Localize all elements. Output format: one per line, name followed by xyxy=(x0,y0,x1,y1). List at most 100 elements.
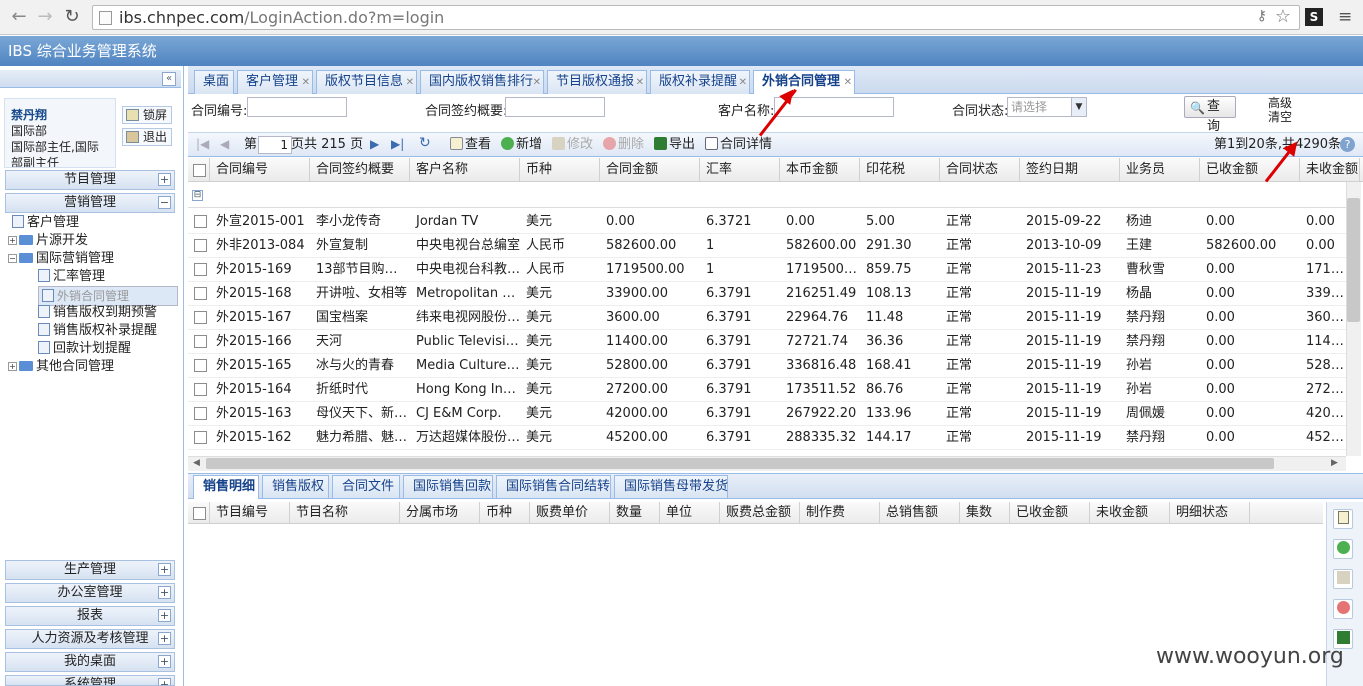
row-checkbox[interactable] xyxy=(194,239,207,252)
accordion-production[interactable]: 生产管理 + xyxy=(5,560,175,580)
scroll-right-icon[interactable]: ▶ xyxy=(1331,458,1338,468)
expand-icon[interactable]: + xyxy=(158,655,171,668)
detail-tab[interactable]: 国际销售母带发货 xyxy=(614,475,728,498)
expand-icon[interactable]: + xyxy=(158,563,171,576)
detail-tab[interactable]: 销售明细 xyxy=(193,475,259,499)
detail-column-header[interactable]: 节目名称 xyxy=(290,502,400,524)
next-page-icon[interactable]: ▶ xyxy=(370,137,379,151)
detail-column-header[interactable]: 贩费总金额 xyxy=(720,502,800,524)
column-header[interactable]: 本币金额 xyxy=(780,158,860,182)
tree-item-export-contract[interactable]: 外销合同管理 xyxy=(38,286,178,306)
edit-button[interactable]: 修改 xyxy=(552,136,593,154)
tab-desktop[interactable]: 桌面 xyxy=(194,70,234,94)
table-row[interactable]: 外2015-162 魅力希腊、魅… 万达超媒体股份… 美元 45200.00 6.3791… xyxy=(188,426,1348,450)
detail-view-icon[interactable] xyxy=(1333,509,1353,529)
chevron-down-icon[interactable]: ▼ xyxy=(1071,98,1086,116)
tree-item-source-dev[interactable]: + 片源开发 xyxy=(8,232,88,250)
close-icon[interactable]: ✕ xyxy=(739,72,747,94)
table-row[interactable]: 外宣2015-001 李小龙传奇 Jordan TV 美元 0.00 6.3721 0.00… xyxy=(188,210,1348,234)
close-icon[interactable]: ✕ xyxy=(533,72,541,94)
detail-tab[interactable]: 销售版权 xyxy=(262,475,329,498)
collapse-panel-icon[interactable]: « xyxy=(162,72,176,86)
table-row[interactable]: 外2015-169 13部节目购买… 中央电视台科教… 人民币 1719500.00 1 1… xyxy=(188,258,1348,282)
row-checkbox[interactable] xyxy=(194,263,207,276)
expand-icon[interactable]: + xyxy=(158,678,171,685)
tab-copyright-info[interactable]: 版权节目信息 ✕ xyxy=(316,70,417,94)
row-checkbox[interactable] xyxy=(194,431,207,444)
accordion-system[interactable]: 系统管理 + xyxy=(5,675,175,686)
column-header[interactable]: 签约日期 xyxy=(1020,158,1120,182)
expand-icon[interactable]: + xyxy=(158,173,171,186)
tab-domestic-ranking[interactable]: 国内版权销售排行 ✕ xyxy=(420,70,544,94)
key-icon[interactable]: ⚷ xyxy=(1257,8,1267,24)
row-checkbox[interactable] xyxy=(194,407,207,420)
scroll-left-icon[interactable]: ◀ xyxy=(193,458,200,468)
column-header[interactable]: 合同金额 xyxy=(600,158,700,182)
detail-edit-icon[interactable] xyxy=(1333,569,1353,589)
status-select[interactable]: 请选择 ▼ xyxy=(1007,97,1087,117)
row-checkbox[interactable] xyxy=(194,311,207,324)
add-button[interactable]: 新增 xyxy=(501,136,542,154)
tree-item-payment-reminder[interactable]: 回款计划提醒 xyxy=(38,340,131,358)
detail-add-icon[interactable] xyxy=(1333,539,1353,559)
column-header[interactable]: 合同状态 xyxy=(940,158,1020,182)
column-header[interactable]: 合同签约概要 xyxy=(310,158,410,182)
tree-item-customer[interactable]: 客户管理 xyxy=(12,214,79,232)
table-row[interactable]: 外2015-168 开讲啦、女相等 Metropolitan TV… 美元 33900.… xyxy=(188,282,1348,306)
back-icon[interactable]: ← xyxy=(8,6,30,28)
help-icon[interactable]: ? xyxy=(1340,137,1355,152)
tab-copyright-reminder[interactable]: 版权补录提醒 ✕ xyxy=(650,70,750,94)
row-checkbox[interactable] xyxy=(194,359,207,372)
last-page-icon[interactable]: ▶| xyxy=(391,137,404,151)
forward-icon[interactable]: → xyxy=(34,6,56,28)
table-row[interactable]: 外2015-163 母仪天下、新… CJ E&M Corp. 美元 42000.00 6.… xyxy=(188,402,1348,426)
prev-page-icon[interactable]: ◀ xyxy=(220,137,229,151)
close-icon[interactable]: ✕ xyxy=(636,72,644,94)
export-button[interactable]: 导出 xyxy=(654,136,695,154)
detail-column-header[interactable]: 已收金额 xyxy=(1010,502,1090,524)
group-toggle-icon[interactable]: ⊟ xyxy=(192,190,203,201)
detail-column-header[interactable]: 集数 xyxy=(960,502,1010,524)
contract-no-input[interactable] xyxy=(247,97,347,117)
close-icon[interactable]: ✕ xyxy=(302,72,310,94)
address-bar[interactable]: ibs.chnpec.com/LoginAction.do?m=login ⚷ … xyxy=(92,5,1300,30)
table-row[interactable]: 外非2013-084 外宣复制 中央电视台总编室 人民币 582600.00 1 58260… xyxy=(188,234,1348,258)
detail-column-header[interactable]: 分属市场 xyxy=(400,502,480,524)
detail-tab[interactable]: 国际销售合同结转 xyxy=(496,475,611,498)
extension-s-icon[interactable]: S xyxy=(1305,8,1323,26)
menu-icon[interactable]: ≡ xyxy=(1338,7,1352,27)
first-page-icon[interactable]: |◀ xyxy=(196,137,209,151)
table-row[interactable]: 外2015-165 冰与火的青春 Media Culture … 美元 52800.00… xyxy=(188,354,1348,378)
accordion-hr[interactable]: 人力资源及考核管理 + xyxy=(5,629,175,649)
grid-horizontal-thumb[interactable] xyxy=(206,458,1274,469)
star-icon[interactable]: ☆ xyxy=(1275,6,1291,27)
summary-input[interactable] xyxy=(505,97,605,117)
close-icon[interactable]: ✕ xyxy=(406,72,414,94)
column-header[interactable]: 客户名称 xyxy=(410,158,520,182)
detail-column-header[interactable]: 未收金额 xyxy=(1090,502,1170,524)
tree-item-intl-marketing[interactable]: − 国际营销管理 xyxy=(8,250,114,268)
table-row[interactable]: 外2015-167 国宝档案 纬来电视网股份… 美元 3600.00 6.3791 2296… xyxy=(188,306,1348,330)
detail-column-header[interactable]: 单位 xyxy=(660,502,720,524)
detail-column-header[interactable]: 制作费 xyxy=(800,502,880,524)
column-header[interactable]: 汇率 xyxy=(700,158,780,182)
tree-item-other-contracts[interactable]: + 其他合同管理 xyxy=(8,358,114,376)
close-icon[interactable]: ✕ xyxy=(844,72,852,94)
table-row[interactable]: 外2015-166 天河 Public Televisio… 美元 11400.00 6.… xyxy=(188,330,1348,354)
column-header[interactable]: 币种 xyxy=(520,158,600,182)
expand-icon[interactable]: + xyxy=(8,236,17,245)
select-all-checkbox[interactable] xyxy=(193,164,206,177)
grid-vertical-thumb[interactable] xyxy=(1347,198,1360,322)
accordion-program-mgmt[interactable]: 节目管理 + xyxy=(5,170,175,190)
expand-icon[interactable]: + xyxy=(8,362,17,371)
row-checkbox[interactable] xyxy=(194,335,207,348)
row-checkbox[interactable] xyxy=(194,215,207,228)
expand-icon[interactable]: + xyxy=(158,632,171,645)
logout-button[interactable]: 退出 xyxy=(122,128,172,146)
detail-tab[interactable]: 合同文件 xyxy=(332,475,400,498)
accordion-my-desktop[interactable]: 我的桌面 + xyxy=(5,652,175,672)
table-row[interactable]: 外2015-164 折纸时代 Hong Kong Inte… 美元 27200.00 6.… xyxy=(188,378,1348,402)
tree-item-copyright-reminder[interactable]: 销售版权补录提醒 xyxy=(38,322,157,340)
column-header[interactable]: 业务员 xyxy=(1120,158,1200,182)
clear-link[interactable]: 清空 xyxy=(1268,110,1292,124)
